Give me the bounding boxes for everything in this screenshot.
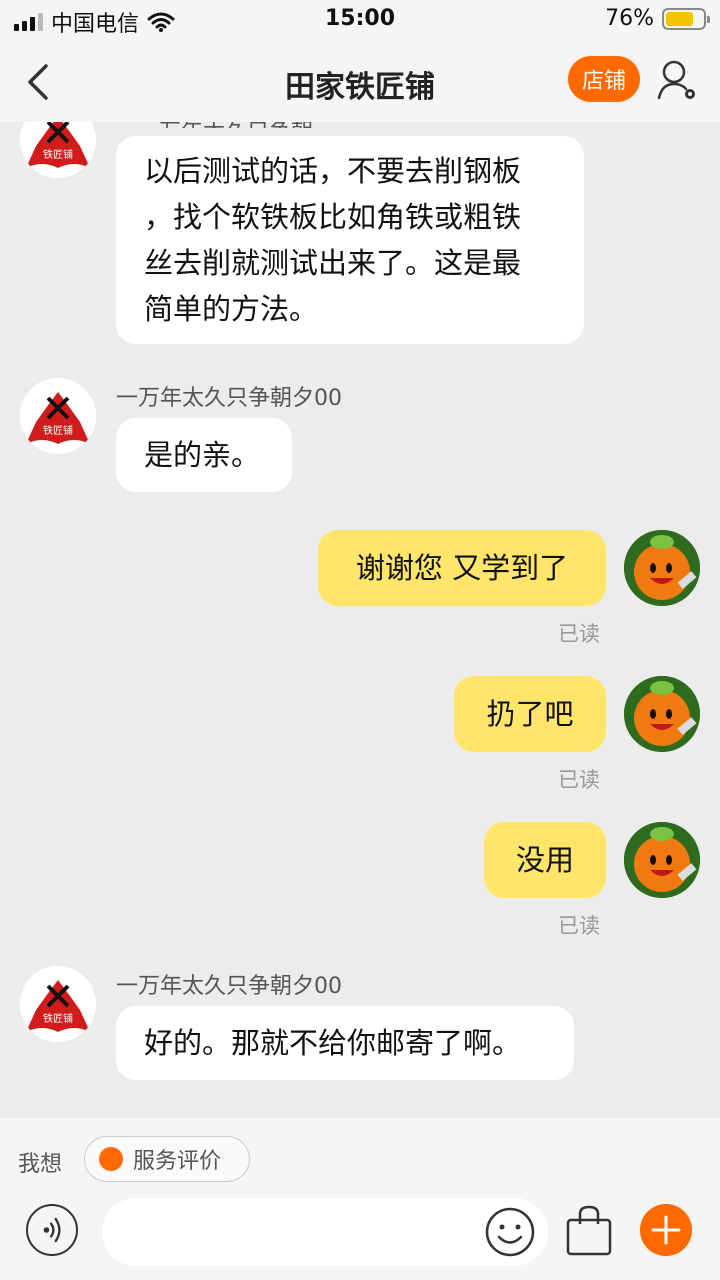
avatar-text: 铁匠铺 [43, 148, 73, 161]
blacksmith-logo-icon: 铁匠铺 [20, 122, 96, 178]
orange-character-icon [624, 676, 700, 752]
avatar-text: 铁匠铺 [43, 1012, 73, 1025]
message-bubble-4[interactable]: 扔了吧 [454, 676, 606, 752]
emoji-icon[interactable] [484, 1206, 536, 1258]
blacksmith-logo-icon: 铁匠铺 [20, 966, 96, 1042]
battery-percent: 76% [605, 6, 654, 31]
status-right: 76% [605, 6, 710, 31]
avatar-text: 铁匠铺 [43, 424, 73, 437]
message-line: 好的。那就不给你邮寄了啊。 [144, 1026, 522, 1060]
message-line: ，找个软铁板比如角铁或粗铁 [144, 200, 522, 234]
blacksmith-logo-icon: 铁匠铺 [20, 378, 96, 454]
read-status: 已读 [558, 622, 600, 646]
orange-character-icon [624, 530, 700, 606]
shop-avatar[interactable]: 铁匠铺 [20, 378, 96, 454]
shop-avatar[interactable]: 铁匠铺 [20, 122, 96, 178]
plus-icon[interactable] [640, 1204, 692, 1256]
message-line: 没用 [515, 843, 574, 877]
message-bubble-1[interactable]: 以后测试的话，不要去削钢板 ，找个软铁板比如角铁或粗铁 丝去削就测试出来了。这是… [116, 136, 584, 344]
message-line: 以后测试的话，不要去削钢板 [144, 154, 522, 188]
message-line: 是的亲。 [144, 438, 261, 472]
message-bubble-2[interactable]: 是的亲。 [116, 418, 292, 492]
shop-avatar[interactable]: 铁匠铺 [20, 966, 96, 1042]
shop-button[interactable]: 店铺 [568, 56, 640, 102]
message-line: 丝去削就测试出来了。这是最 [144, 246, 522, 280]
read-status: 已读 [558, 768, 600, 792]
status-bar: 中国电信 15:00 76% [0, 0, 720, 40]
sender-name-cut: 一 万年太久只争朝夕00 [130, 122, 320, 128]
my-avatar[interactable] [624, 530, 700, 606]
message-line: 简单的方法。 [144, 292, 319, 326]
message-input[interactable] [102, 1198, 548, 1266]
my-avatar[interactable] [624, 822, 700, 898]
want-label: 我想 [18, 1152, 63, 1177]
battery-icon [662, 7, 710, 30]
message-bubble-5[interactable]: 没用 [484, 822, 606, 898]
message-bubble-6[interactable]: 好的。那就不给你邮寄了啊。 [116, 1006, 574, 1080]
message-line: 谢谢您 又学到了 [355, 551, 569, 585]
message-bubble-3[interactable]: 谢谢您 又学到了 [318, 530, 606, 606]
service-review-label: 服务评价 [133, 1149, 222, 1174]
service-review-chip[interactable]: 服务评价 [84, 1136, 250, 1182]
shopping-bag-icon[interactable] [564, 1204, 614, 1256]
bottom-bar: 我想 服务评价 [0, 1118, 720, 1280]
message-line: 扔了吧 [486, 697, 574, 731]
voice-icon[interactable] [26, 1204, 78, 1256]
chat-area[interactable]: 一 万年太久只争朝夕00 铁匠铺 以后测试的话，不要去削钢板 ，找个软铁板比如角… [0, 122, 720, 1118]
back-icon[interactable] [22, 62, 58, 102]
sender-name: 一万年太久只争朝夕00 [116, 974, 342, 999]
user-settings-icon[interactable] [656, 58, 700, 102]
sender-name: 一万年太久只争朝夕00 [116, 386, 342, 411]
read-status: 已读 [558, 914, 600, 938]
my-avatar[interactable] [624, 676, 700, 752]
orange-character-icon [624, 822, 700, 898]
nav-bar: 田家铁匠铺 店铺 [0, 40, 720, 122]
battery-fill [666, 11, 694, 26]
review-icon [99, 1147, 123, 1171]
